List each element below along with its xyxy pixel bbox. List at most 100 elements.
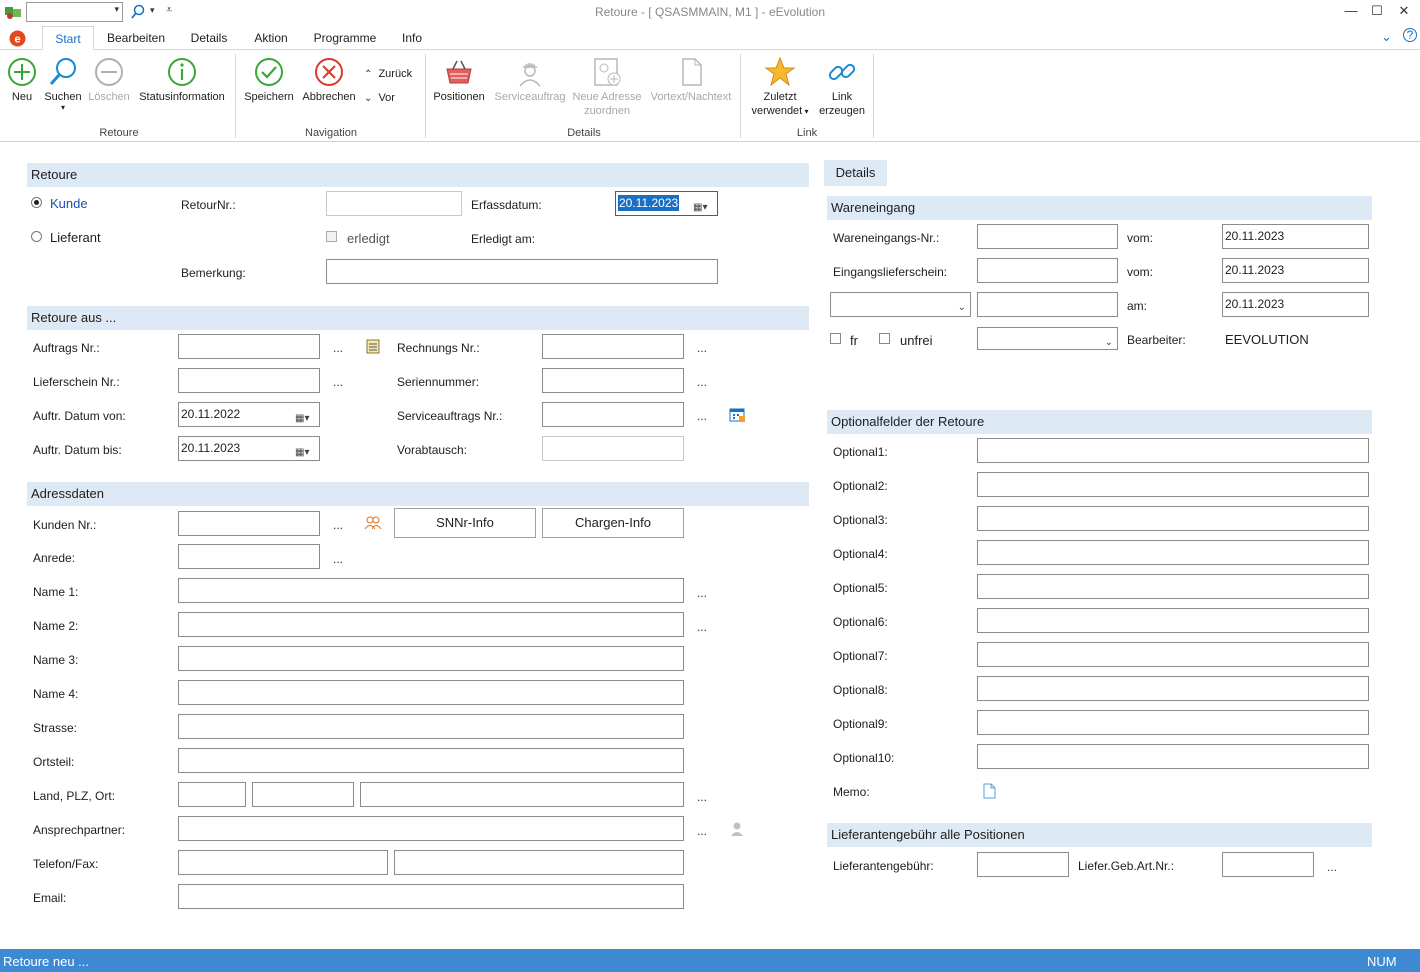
statusinformation-button[interactable]: Statusinformation (134, 56, 230, 104)
optional-field[interactable] (977, 438, 1369, 463)
optional-field[interactable] (977, 472, 1369, 497)
name2-field[interactable] (178, 612, 684, 637)
anrede-lookup-button[interactable]: ... (333, 552, 343, 566)
liefer-geb-art-nr-lookup-button[interactable]: ... (1327, 860, 1337, 874)
auftr-datum-bis-field[interactable]: 20.11.2023 ▦▾ (178, 436, 320, 461)
seriennummer-lookup-button[interactable]: ... (697, 375, 707, 389)
anrede-field[interactable] (178, 544, 320, 569)
am-field[interactable]: 20.11.2023 (1222, 292, 1369, 317)
lieferschein-nr-field[interactable] (178, 368, 320, 393)
close-icon[interactable]: ✕ (1394, 3, 1414, 21)
serviceauftrag-button[interactable]: Serviceauftrag (492, 56, 568, 104)
bemerkung-field[interactable] (326, 259, 718, 284)
optional-field[interactable] (977, 608, 1369, 633)
tab-aktion[interactable]: Aktion (244, 26, 298, 50)
help-icon[interactable]: ? (1403, 28, 1417, 42)
tab-start[interactable]: Start (42, 26, 94, 50)
link-erzeugen-button[interactable]: Link erzeugen (816, 56, 868, 118)
ansprechpartner-lookup-button[interactable]: ... (697, 824, 707, 838)
list-document-icon[interactable] (366, 339, 380, 354)
optional-field[interactable] (977, 642, 1369, 667)
serviceauftrags-nr-lookup-button[interactable]: ... (697, 409, 707, 423)
optional-field[interactable] (977, 710, 1369, 735)
calendar-icon[interactable]: ▦▾ (295, 442, 313, 458)
tab-details[interactable]: Details (182, 26, 236, 50)
tab-programme[interactable]: Programme (308, 26, 382, 50)
strasse-field[interactable] (178, 714, 684, 739)
retournr-field[interactable] (326, 191, 462, 216)
kunden-nr-field[interactable] (178, 511, 320, 536)
name2-lookup-button[interactable]: ... (697, 620, 707, 634)
auftrags-nr-lookup-button[interactable]: ... (333, 341, 343, 355)
snnr-info-button[interactable]: SNNr-Info (394, 508, 536, 538)
name1-lookup-button[interactable]: ... (697, 586, 707, 600)
ortsteil-field[interactable] (178, 748, 684, 773)
auftr-datum-von-field[interactable]: 20.11.2022 ▦▾ (178, 402, 320, 427)
optional-field[interactable] (977, 676, 1369, 701)
vom1-field[interactable]: 20.11.2023 (1222, 224, 1369, 249)
plz-field[interactable] (252, 782, 354, 807)
ansprechpartner-field[interactable] (178, 816, 684, 841)
kunde-radio-label[interactable]: Kunde (50, 196, 88, 211)
email-field[interactable] (178, 884, 684, 909)
calendar-icon[interactable]: ▦▾ (295, 408, 313, 424)
abbrechen-button[interactable]: Abbrechen (299, 56, 359, 104)
wareneingangs-nr-field[interactable] (977, 224, 1118, 249)
contacts-icon[interactable] (364, 515, 382, 530)
maximize-icon[interactable]: ☐ (1367, 3, 1387, 21)
minimize-icon[interactable]: — (1341, 3, 1361, 21)
optional-field[interactable] (977, 744, 1369, 769)
name4-field[interactable] (178, 680, 684, 705)
lieferart-select[interactable]: ⌄ (830, 292, 971, 317)
lieferant-radio[interactable] (31, 231, 42, 242)
liefer-geb-art-nr-field[interactable] (1222, 852, 1314, 877)
neu-button[interactable]: Neu (2, 56, 42, 104)
kunden-nr-lookup-button[interactable]: ... (333, 518, 343, 532)
vom2-field[interactable]: 20.11.2023 (1222, 258, 1369, 283)
vor-button[interactable]: ⌄ Vor (364, 92, 395, 104)
chargen-info-button[interactable]: Chargen-Info (542, 508, 684, 538)
optional-field[interactable] (977, 574, 1369, 599)
frei-select[interactable]: ⌄ (977, 327, 1118, 350)
lieferantengebuehr-field[interactable] (977, 852, 1069, 877)
telefon-field[interactable] (178, 850, 388, 875)
serviceauftrags-nr-field[interactable] (542, 402, 684, 427)
seriennummer-field[interactable] (542, 368, 684, 393)
auftrags-nr-field[interactable] (178, 334, 320, 359)
erledigt-checkbox[interactable] (326, 231, 337, 242)
ort-field[interactable] (360, 782, 684, 807)
collapse-ribbon-icon[interactable]: ⌄ (1381, 29, 1392, 45)
name1-field[interactable] (178, 578, 684, 603)
name3-field[interactable] (178, 646, 684, 671)
lieferant-radio-label[interactable]: Lieferant (50, 230, 101, 245)
neue-adresse-zuordnen-button[interactable]: Neue Adresse zuordnen (570, 56, 644, 118)
tab-details-panel[interactable]: Details (824, 160, 887, 186)
tab-bearbeiten[interactable]: Bearbeiten (100, 26, 172, 50)
fr-checkbox[interactable] (830, 333, 841, 344)
speichern-button[interactable]: Speichern (242, 56, 296, 104)
lieferart-field[interactable] (977, 292, 1118, 317)
tab-info[interactable]: Info (392, 26, 432, 50)
person-icon[interactable] (729, 821, 745, 837)
zuletzt-verwendet-button[interactable]: Zuletzt verwendet ▾ (744, 56, 816, 119)
land-field[interactable] (178, 782, 246, 807)
eingangslieferschein-field[interactable] (977, 258, 1118, 283)
zurueck-button[interactable]: ⌃ Zurück (364, 68, 412, 80)
ort-lookup-button[interactable]: ... (697, 790, 707, 804)
app-menu-icon[interactable]: e (9, 30, 26, 47)
memo-document-icon[interactable] (983, 783, 996, 799)
calendar-grid-icon[interactable] (729, 408, 746, 423)
fax-field[interactable] (394, 850, 684, 875)
suchen-button[interactable]: Suchen ▾ (42, 56, 84, 112)
vorabtausch-field[interactable] (542, 436, 684, 461)
optional-field[interactable] (977, 540, 1369, 565)
rechnungs-nr-lookup-button[interactable]: ... (697, 341, 707, 355)
vortext-nachtext-button[interactable]: Vortext/Nachtext (646, 56, 736, 104)
unfrei-checkbox[interactable] (879, 333, 890, 344)
lieferschein-nr-lookup-button[interactable]: ... (333, 375, 343, 389)
erfassdatum-field[interactable]: 20.11.2023 ▦▾ (615, 191, 718, 216)
optional-field[interactable] (977, 506, 1369, 531)
loeschen-button[interactable]: Löschen (86, 56, 132, 104)
positionen-button[interactable]: Positionen (430, 56, 488, 104)
kunde-radio[interactable] (31, 197, 42, 208)
